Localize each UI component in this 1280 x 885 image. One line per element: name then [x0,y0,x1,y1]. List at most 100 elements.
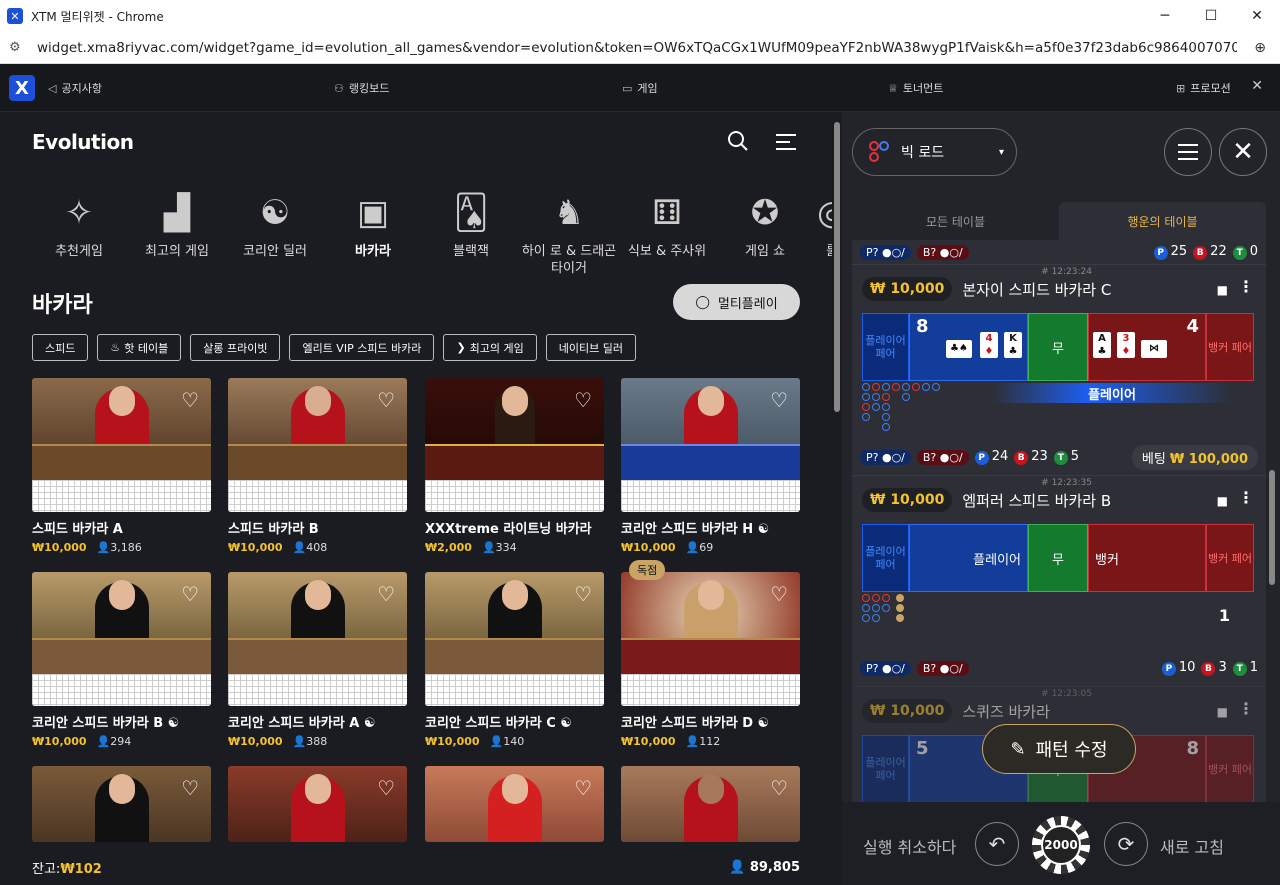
panel-scrollbar[interactable] [1268,240,1276,880]
favorite-heart-icon[interactable]: ♡ [574,388,592,412]
category-recommended[interactable]: ✧ 추천게임 [30,187,128,277]
favorite-heart-icon[interactable]: ♡ [574,776,592,800]
close-window-button[interactable]: ✕ [1234,0,1280,32]
player-pair-spot[interactable]: 플레이어 페어 [862,313,909,381]
tab-lucky-tables[interactable]: 행운의 테이블 [1059,202,1266,240]
game-thumbnail[interactable]: ♡ [32,766,211,842]
category-hilo-dragon[interactable]: ♞ 하이 로 & 드래곤타이거 [520,187,618,277]
favorite-heart-icon[interactable]: ♡ [377,776,395,800]
game-card[interactable]: ♡ [425,766,604,842]
search-icon[interactable] [727,130,749,152]
banker-pair-spot[interactable]: 뱅커 페어 [1206,524,1254,592]
game-thumbnail[interactable]: ♡ [228,766,407,842]
game-card[interactable]: ♡ 스피드 바카라 A ₩10,000 👤3,186 [32,378,211,554]
nav-promo[interactable]: ⊞ 프로모션 [1176,64,1231,112]
nav-games[interactable]: ▭ 게임 [622,64,658,112]
favorite-heart-icon[interactable]: ♡ [181,388,199,412]
xtm-logo[interactable]: X [9,75,35,101]
game-card[interactable]: ♡ 코리안 스피드 바카라 C ☯ ₩10,000 👤140 [425,572,604,748]
table-item[interactable]: # 12:23:24 ₩ 10,000 본자이 스피드 바카라 C ■ ⋮ 플레이… [852,264,1266,475]
filter-native[interactable]: 네이티브 딜러 [545,334,636,361]
favorite-heart-icon[interactable]: ♡ [377,388,395,412]
panel-close-button[interactable]: ✕ [1219,128,1267,176]
zoom-icon[interactable]: ⊕ [1254,40,1266,56]
favorite-heart-icon[interactable]: ♡ [770,582,788,606]
panel-menu-button[interactable] [1164,128,1212,176]
video-camera-icon[interactable]: ■ [1217,705,1228,719]
refresh-button[interactable]: ⟳ [1104,822,1148,866]
url-text[interactable]: widget.xma8riyvac.com/widget?game_id=evo… [37,40,1237,56]
favorite-heart-icon[interactable]: ♡ [181,582,199,606]
undo-button[interactable]: ↶ [975,822,1019,866]
filter-elite-vip[interactable]: 엘리트 VIP 스피드 바카라 [289,334,435,361]
filter-menu-icon[interactable] [776,134,796,155]
player-pair-spot[interactable]: 플레이어 페어 [862,524,909,592]
video-camera-icon[interactable]: ■ [1217,283,1228,297]
more-vertical-icon[interactable]: ⋮ [1238,277,1254,296]
game-card[interactable]: ♡ [228,766,407,842]
filter-top[interactable]: ❯ 최고의 게임 [443,334,537,361]
nav-close-icon[interactable]: ✕ [1251,78,1263,94]
game-card[interactable]: ♡ 코리안 스피드 바카라 A ☯ ₩10,000 👤388 [228,572,407,748]
category-blackjack[interactable]: 🂡 블랙잭 [422,187,520,277]
player-ask-button[interactable]: P? ●○/ [860,449,911,465]
banker-spot[interactable]: A ♣ 3 ♦ ⋈ 4 [1088,313,1206,381]
category-korean-dealer[interactable]: ☯ 코리안 딜러 [226,187,324,277]
favorite-heart-icon[interactable]: ♡ [377,582,395,606]
multiplay-button[interactable]: ◯ 멀티플레이 [673,284,800,320]
game-thumbnail[interactable]: ♡ [228,572,407,706]
game-card[interactable]: ♡ 코리안 스피드 바카라 B ☯ ₩10,000 👤294 [32,572,211,748]
address-bar[interactable]: ⚙ widget.xma8riyvac.com/widget?game_id=e… [0,32,1280,64]
game-thumbnail[interactable]: ♡ [32,572,211,706]
favorite-heart-icon[interactable]: ♡ [770,776,788,800]
game-thumbnail[interactable]: ♡ [425,572,604,706]
tab-all-tables[interactable]: 모든 테이블 [852,202,1059,240]
player-ask-button[interactable]: P? ●○/ [860,660,911,676]
player-spot[interactable]: 플레이어 [909,524,1028,592]
banker-spot[interactable]: 뱅커 [1088,524,1206,592]
road-type-select[interactable]: 빅 로드 ▾ [852,128,1017,176]
category-game-show[interactable]: ✪ 게임 쇼 [716,187,814,277]
lobby-scrollbar[interactable] [832,112,842,885]
more-vertical-icon[interactable]: ⋮ [1238,699,1254,718]
nav-ranking[interactable]: ⚇ 랭킹보드 [334,64,389,112]
edit-pattern-button[interactable]: ✎ 패턴 수정 [982,724,1136,774]
game-card[interactable]: 독점 ♡ 코리안 스피드 바카라 D ☯ ₩10,000 👤112 [621,560,800,748]
favorite-heart-icon[interactable]: ♡ [181,776,199,800]
minimize-button[interactable]: ─ [1142,0,1188,32]
game-thumbnail[interactable]: ♡ [425,766,604,842]
nav-notice[interactable]: ◁ 공지사항 [48,64,102,112]
table-item[interactable]: # 12:23:35 ₩ 10,000 엠퍼러 스피드 바카라 B ■ ⋮ 플레이… [852,475,1266,686]
tie-spot[interactable]: 무 [1028,313,1088,381]
filter-speed[interactable]: 스피드 [32,334,89,361]
banker-ask-button[interactable]: B? ●○/ [916,660,969,676]
filter-hot[interactable]: ♨ 핫 테이블 [97,334,182,361]
game-thumbnail[interactable]: ♡ [621,378,800,512]
player-ask-button[interactable]: P? ●○/ [860,244,911,260]
video-camera-icon[interactable]: ■ [1217,494,1228,508]
maximize-button[interactable]: ☐ [1188,0,1234,32]
game-thumbnail[interactable]: ♡ [32,378,211,512]
game-thumbnail[interactable]: ♡ [621,572,800,706]
player-spot[interactable]: 8 ♣♠ 4 ♦ K ♣ [909,313,1028,381]
category-baccarat[interactable]: ▣ 바카라 [324,187,422,277]
player-pair-spot[interactable]: 플레이어 페어 [862,735,909,803]
filter-salon[interactable]: 살롱 프라이빗 [190,334,281,361]
game-card[interactable]: ♡ 코리안 스피드 바카라 H ☯ ₩10,000 👤69 [621,378,800,554]
game-thumbnail[interactable]: ♡ [228,378,407,512]
banker-ask-button[interactable]: B? ●○/ [916,449,969,465]
category-top-games[interactable]: ▟ 최고의 게임 [128,187,226,277]
tie-spot[interactable]: 무 [1028,524,1088,592]
game-card[interactable]: ♡ [621,766,800,842]
site-info-icon[interactable]: ⚙ [9,40,29,55]
banker-pair-spot[interactable]: 뱅커 페어 [1206,313,1254,381]
nav-tournament[interactable]: ♕ 토너먼트 [888,64,943,112]
favorite-heart-icon[interactable]: ♡ [770,388,788,412]
category-sicbo-dice[interactable]: ⚅ 식보 & 주사위 [618,187,716,277]
game-card[interactable]: ♡ 스피드 바카라 B ₩10,000 👤408 [228,378,407,554]
favorite-heart-icon[interactable]: ♡ [574,582,592,606]
more-vertical-icon[interactable]: ⋮ [1238,488,1254,507]
game-card[interactable]: ♡ XXXtreme 라이트닝 바카라 ₩2,000 👤334 [425,378,604,554]
banker-pair-spot[interactable]: 뱅커 페어 [1206,735,1254,803]
game-thumbnail[interactable]: ♡ [621,766,800,842]
